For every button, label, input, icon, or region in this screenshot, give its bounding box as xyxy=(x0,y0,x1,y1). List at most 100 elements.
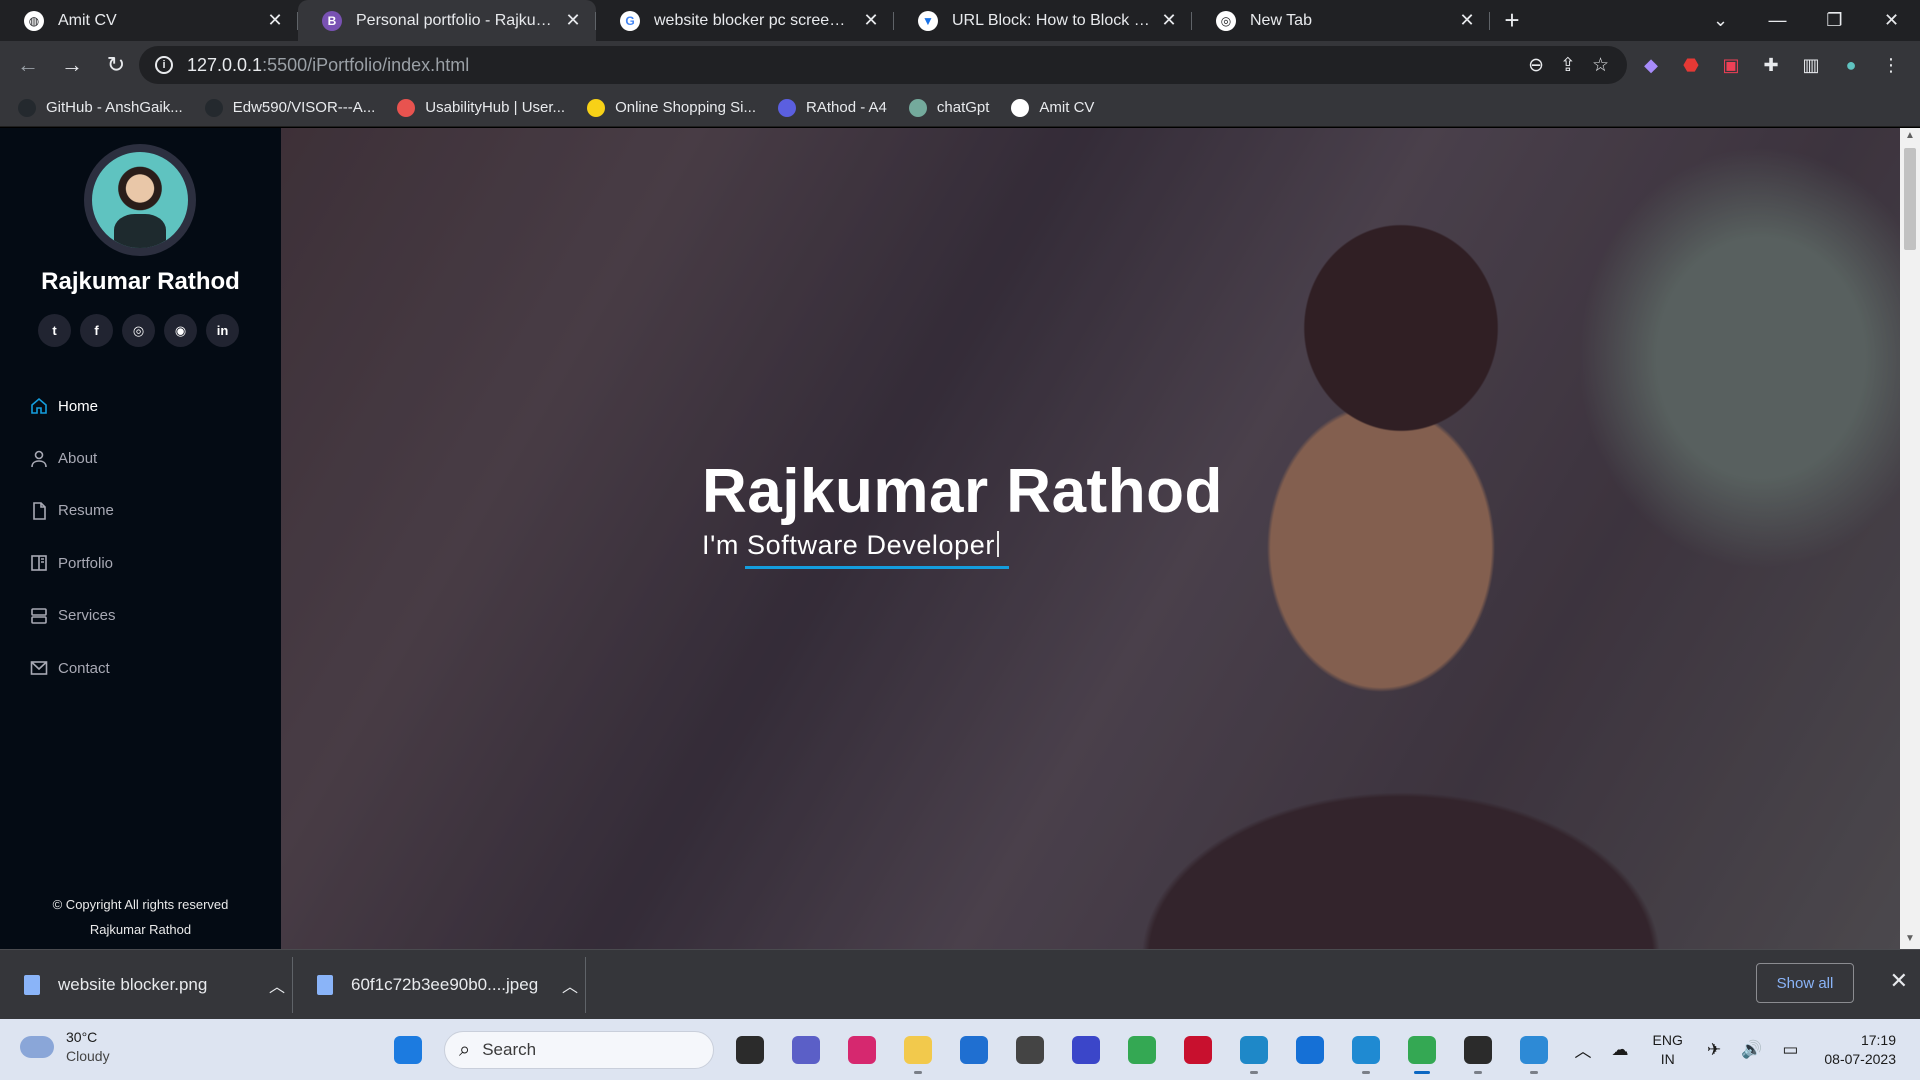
language-indicator[interactable]: ENG IN xyxy=(1653,1031,1683,1069)
language-region: IN xyxy=(1660,1050,1675,1067)
bookmark-6[interactable]: chatGpt xyxy=(908,98,989,117)
nav-item-portfolio[interactable]: Portfolio xyxy=(29,537,269,589)
media-app-icon-glyph xyxy=(1184,1036,1212,1064)
new-tab-icon[interactable]: + xyxy=(1490,0,1534,41)
github-icon xyxy=(18,98,36,117)
teams-meet-icon[interactable] xyxy=(786,1030,826,1070)
close-icon[interactable]: ✕ xyxy=(1890,968,1908,994)
tab-4[interactable]: ▼ URL Block: How to Block Website ✕ xyxy=(894,0,1192,41)
github-icon[interactable]: ◉ xyxy=(164,314,197,347)
vector-app-icon[interactable] xyxy=(1066,1030,1106,1070)
bookmark-label: Amit CV xyxy=(1039,99,1095,116)
extension-pocket-icon[interactable]: ▣ xyxy=(1720,54,1742,76)
twitter-icon[interactable]: t xyxy=(38,314,71,347)
back-icon[interactable]: ← xyxy=(8,45,48,85)
side-panel-icon[interactable]: ▥ xyxy=(1800,54,1822,76)
tab-2[interactable]: B Personal portfolio - Rajkumar ✕ xyxy=(298,0,596,41)
tab-3[interactable]: G website blocker pc screen image ✕ xyxy=(596,0,894,41)
typing-cursor xyxy=(996,531,999,557)
nav-item-resume[interactable]: Resume xyxy=(29,485,269,537)
bookmark-5[interactable]: RAthod - A4 xyxy=(778,98,887,117)
unity-icon[interactable] xyxy=(1010,1030,1050,1070)
media-app-icon[interactable] xyxy=(1178,1030,1218,1070)
chevron-up-icon[interactable]: ︿ xyxy=(1575,1037,1592,1062)
tab-5[interactable]: ◎ New Tab ✕ xyxy=(1192,0,1490,41)
close-icon[interactable]: ✕ xyxy=(1456,10,1478,32)
volume-icon[interactable]: 🔊 xyxy=(1741,1040,1762,1060)
task-view-icon[interactable] xyxy=(730,1030,770,1070)
extension-blocker-icon[interactable]: ⬣ xyxy=(1680,54,1702,76)
person-icon xyxy=(29,449,49,469)
close-icon[interactable]: ✕ xyxy=(1158,10,1180,32)
chevron-up-icon[interactable]: ︿ xyxy=(262,973,292,997)
tab-search-icon[interactable]: ⌄ xyxy=(1692,0,1749,41)
chrome-icon[interactable] xyxy=(1122,1030,1162,1070)
media-player-icon[interactable] xyxy=(1458,1030,1498,1074)
restore-icon[interactable]: ❐ xyxy=(1806,0,1863,41)
battery-icon[interactable]: ▭ xyxy=(1782,1040,1798,1060)
browser-toolbar: ← → ↻ i 127.0.0.1:5500/iPortfolio/index.… xyxy=(0,41,1920,89)
scrollbar-thumb[interactable] xyxy=(1904,148,1916,250)
sidebar-name[interactable]: Rajkumar Rathod xyxy=(0,268,281,296)
mail-icon[interactable] xyxy=(1290,1030,1330,1070)
photos-icon[interactable] xyxy=(1514,1030,1554,1074)
windows-start-icon[interactable] xyxy=(388,1030,428,1070)
profile-avatar-icon[interactable]: ● xyxy=(1840,54,1862,76)
instagram-icon[interactable] xyxy=(842,1030,882,1070)
microsoft-store-icon[interactable] xyxy=(954,1030,994,1070)
file-explorer-icon[interactable] xyxy=(898,1030,938,1074)
vertical-scrollbar[interactable]: ▲ ▼ xyxy=(1900,128,1920,949)
scroll-up-icon[interactable]: ▲ xyxy=(1900,130,1920,146)
close-icon[interactable]: ✕ xyxy=(264,10,286,32)
nav-item-contact[interactable]: Contact xyxy=(29,642,269,694)
bookmark-2[interactable]: Edw590/VISOR---A... xyxy=(204,98,375,117)
close-window-icon[interactable]: ✕ xyxy=(1863,0,1920,41)
chrome-icon-glyph xyxy=(1128,1036,1156,1064)
bookmark-3[interactable]: UsabilityHub | User... xyxy=(397,98,565,117)
airplane-mode-icon[interactable]: ✈ xyxy=(1707,1040,1721,1060)
edge-icon[interactable] xyxy=(1234,1030,1274,1074)
bookmark-7[interactable]: Amit CV xyxy=(1011,98,1095,117)
url-host: 127.0.0.1 xyxy=(187,54,263,75)
chrome-menu-icon[interactable]: ⋮ xyxy=(1880,54,1902,76)
vscode-icon-glyph xyxy=(1352,1036,1380,1064)
tab-1[interactable]: ◍ Amit CV ✕ xyxy=(0,0,298,41)
forward-icon[interactable]: → xyxy=(52,45,92,85)
scroll-down-icon[interactable]: ▼ xyxy=(1900,933,1920,949)
microsoft-store-icon-glyph xyxy=(960,1036,988,1064)
nav-item-about[interactable]: About xyxy=(29,432,269,484)
minimize-icon[interactable]: — xyxy=(1749,0,1806,41)
address-bar[interactable]: i 127.0.0.1:5500/iPortfolio/index.html ⊖… xyxy=(139,46,1627,84)
bookmark-4[interactable]: Online Shopping Si... xyxy=(587,98,756,117)
bookmark-star-icon[interactable]: ☆ xyxy=(1592,54,1609,77)
onedrive-icon[interactable]: ☁ xyxy=(1612,1040,1629,1060)
share-icon[interactable]: ⇪ xyxy=(1560,54,1576,77)
clock[interactable]: 17:19 08-07-2023 xyxy=(1824,1031,1896,1069)
nav-item-home[interactable]: Home xyxy=(29,380,269,432)
vscode-icon[interactable] xyxy=(1346,1030,1386,1074)
taskbar-search-box[interactable]: ⌕ Search xyxy=(444,1031,714,1069)
hero-title: Rajkumar Rathod xyxy=(702,457,1223,526)
show-all-button[interactable]: Show all xyxy=(1756,963,1854,1003)
weather-widget[interactable]: 30°C Cloudy xyxy=(20,1028,110,1066)
download-item-1[interactable]: website blocker.png ︿ xyxy=(0,956,293,1013)
linkedin-icon[interactable]: in xyxy=(206,314,239,347)
site-info-icon[interactable]: i xyxy=(155,56,173,74)
close-icon[interactable]: ✕ xyxy=(860,10,882,32)
download-item-2[interactable]: 60f1c72b3ee90b0....jpeg ︿ xyxy=(293,956,586,1013)
windows-start-icon-glyph xyxy=(394,1036,422,1064)
nav-item-services[interactable]: Services xyxy=(29,590,269,642)
extensions-puzzle-icon[interactable]: ✚ xyxy=(1760,54,1782,76)
chevron-up-icon[interactable]: ︿ xyxy=(555,973,585,997)
portfolio-sidebar: Rajkumar Rathod t f ◎ ◉ in Home About Resume… xyxy=(0,128,281,949)
facebook-icon[interactable]: f xyxy=(80,314,113,347)
reload-icon[interactable]: ↻ xyxy=(96,45,136,85)
zoom-icon[interactable]: ⊖ xyxy=(1528,54,1544,77)
extension-purple-icon[interactable]: ◆ xyxy=(1640,54,1662,76)
close-icon[interactable]: ✕ xyxy=(562,10,584,32)
bookmark-1[interactable]: GitHub - AnshGaik... xyxy=(18,98,183,117)
chrome-active-icon[interactable] xyxy=(1402,1030,1442,1074)
tab-separator xyxy=(1489,12,1490,30)
home-icon xyxy=(29,396,49,416)
instagram-icon[interactable]: ◎ xyxy=(122,314,155,347)
